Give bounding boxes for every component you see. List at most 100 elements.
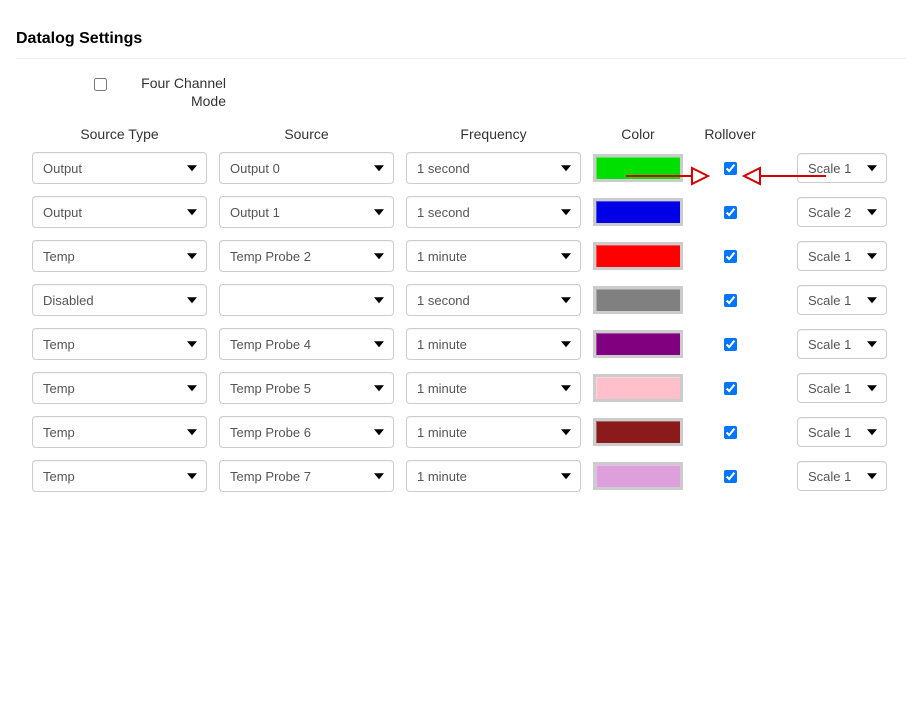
- scale-select[interactable]: Scale 1: [797, 329, 887, 359]
- source-type-value: Disabled: [43, 293, 94, 308]
- source-type-select[interactable]: Temp: [32, 416, 207, 448]
- frequency-value: 1 minute: [417, 469, 467, 484]
- source-select[interactable]: Temp Probe 5: [219, 372, 394, 404]
- four-channel-mode-row: Four Channel Mode: [32, 75, 890, 110]
- frequency-select[interactable]: 1 minute: [406, 240, 581, 272]
- chevron-down-icon: [867, 165, 877, 171]
- color-swatch[interactable]: [593, 154, 683, 182]
- frequency-select[interactable]: 1 minute: [406, 328, 581, 360]
- chevron-down-icon: [187, 385, 197, 391]
- source-type-value: Output: [43, 205, 82, 220]
- chevron-down-icon: [374, 341, 384, 347]
- color-swatch[interactable]: [593, 374, 683, 402]
- chevron-down-icon: [561, 253, 571, 259]
- chevron-down-icon: [561, 341, 571, 347]
- chevron-down-icon: [561, 165, 571, 171]
- source-select[interactable]: [219, 284, 394, 316]
- scale-value: Scale 2: [808, 205, 851, 220]
- color-swatch[interactable]: [593, 242, 683, 270]
- frequency-select[interactable]: 1 second: [406, 196, 581, 228]
- source-type-value: Temp: [43, 249, 75, 264]
- scale-value: Scale 1: [808, 249, 851, 264]
- source-type-select[interactable]: Temp: [32, 460, 207, 492]
- scale-select[interactable]: Scale 1: [797, 153, 887, 183]
- chevron-down-icon: [867, 473, 877, 479]
- chevron-down-icon: [374, 297, 384, 303]
- source-type-value: Temp: [43, 381, 75, 396]
- table-row: Temp Temp Probe 6 1 minute Scale 1: [32, 416, 890, 448]
- color-swatch[interactable]: [593, 198, 683, 226]
- header-row: Source Type Source Frequency Color Rollo…: [32, 126, 890, 142]
- frequency-value: 1 second: [417, 293, 470, 308]
- source-select[interactable]: Temp Probe 6: [219, 416, 394, 448]
- chevron-down-icon: [867, 209, 877, 215]
- table-row: Output Output 0 1 second Scale 1: [32, 152, 890, 184]
- color-swatch[interactable]: [593, 462, 683, 490]
- scale-select[interactable]: Scale 1: [797, 285, 887, 315]
- chevron-down-icon: [867, 341, 877, 347]
- chevron-down-icon: [187, 209, 197, 215]
- rows-container: Output Output 0 1 second Scale 1: [32, 152, 890, 492]
- frequency-select[interactable]: 1 second: [406, 152, 581, 184]
- source-type-select[interactable]: Disabled: [32, 284, 207, 316]
- scale-select[interactable]: Scale 2: [797, 197, 887, 227]
- source-select[interactable]: Output 0: [219, 152, 394, 184]
- color-swatch[interactable]: [593, 286, 683, 314]
- rollover-checkbox[interactable]: [724, 382, 737, 395]
- four-channel-mode-label: Four Channel Mode: [116, 75, 226, 110]
- chevron-down-icon: [374, 473, 384, 479]
- source-select[interactable]: Temp Probe 2: [219, 240, 394, 272]
- settings-panel: Four Channel Mode Source Type Source Fre…: [16, 58, 906, 524]
- rollover-checkbox[interactable]: [724, 294, 737, 307]
- four-channel-mode-checkbox[interactable]: [94, 78, 107, 91]
- rollover-checkbox[interactable]: [724, 426, 737, 439]
- chevron-down-icon: [187, 253, 197, 259]
- frequency-value: 1 minute: [417, 249, 467, 264]
- scale-select[interactable]: Scale 1: [797, 417, 887, 447]
- source-type-select[interactable]: Temp: [32, 240, 207, 272]
- frequency-select[interactable]: 1 minute: [406, 460, 581, 492]
- table-row: Output Output 1 1 second Scale 2: [32, 196, 890, 228]
- scale-select[interactable]: Scale 1: [797, 373, 887, 403]
- scale-select[interactable]: Scale 1: [797, 241, 887, 271]
- rollover-checkbox[interactable]: [724, 250, 737, 263]
- table-row: Temp Temp Probe 4 1 minute Scale 1: [32, 328, 890, 360]
- scale-select[interactable]: Scale 1: [797, 461, 887, 491]
- color-swatch[interactable]: [593, 330, 683, 358]
- source-type-select[interactable]: Output: [32, 152, 207, 184]
- chevron-down-icon: [867, 385, 877, 391]
- page-title: Datalog Settings: [16, 30, 906, 48]
- source-type-value: Output: [43, 161, 82, 176]
- header-frequency: Frequency: [406, 126, 581, 142]
- source-value: Temp Probe 2: [230, 249, 311, 264]
- table-row: Temp Temp Probe 2 1 minute Scale 1: [32, 240, 890, 272]
- source-select[interactable]: Output 1: [219, 196, 394, 228]
- table-row: Disabled 1 second Scale 1: [32, 284, 890, 316]
- source-select[interactable]: Temp Probe 4: [219, 328, 394, 360]
- chevron-down-icon: [561, 297, 571, 303]
- frequency-select[interactable]: 1 minute: [406, 416, 581, 448]
- chevron-down-icon: [374, 253, 384, 259]
- frequency-value: 1 minute: [417, 425, 467, 440]
- chevron-down-icon: [187, 165, 197, 171]
- frequency-select[interactable]: 1 minute: [406, 372, 581, 404]
- rollover-checkbox[interactable]: [724, 338, 737, 351]
- chevron-down-icon: [187, 473, 197, 479]
- source-value: Output 1: [230, 205, 280, 220]
- scale-value: Scale 1: [808, 161, 851, 176]
- rollover-checkbox[interactable]: [724, 206, 737, 219]
- chevron-down-icon: [561, 385, 571, 391]
- color-swatch[interactable]: [593, 418, 683, 446]
- scale-value: Scale 1: [808, 381, 851, 396]
- source-value: Temp Probe 5: [230, 381, 311, 396]
- source-type-select[interactable]: Output: [32, 196, 207, 228]
- source-select[interactable]: Temp Probe 7: [219, 460, 394, 492]
- frequency-select[interactable]: 1 second: [406, 284, 581, 316]
- source-type-select[interactable]: Temp: [32, 328, 207, 360]
- rollover-checkbox[interactable]: [724, 470, 737, 483]
- source-type-select[interactable]: Temp: [32, 372, 207, 404]
- chevron-down-icon: [187, 429, 197, 435]
- scale-value: Scale 1: [808, 469, 851, 484]
- rollover-checkbox[interactable]: [724, 162, 737, 175]
- frequency-value: 1 minute: [417, 381, 467, 396]
